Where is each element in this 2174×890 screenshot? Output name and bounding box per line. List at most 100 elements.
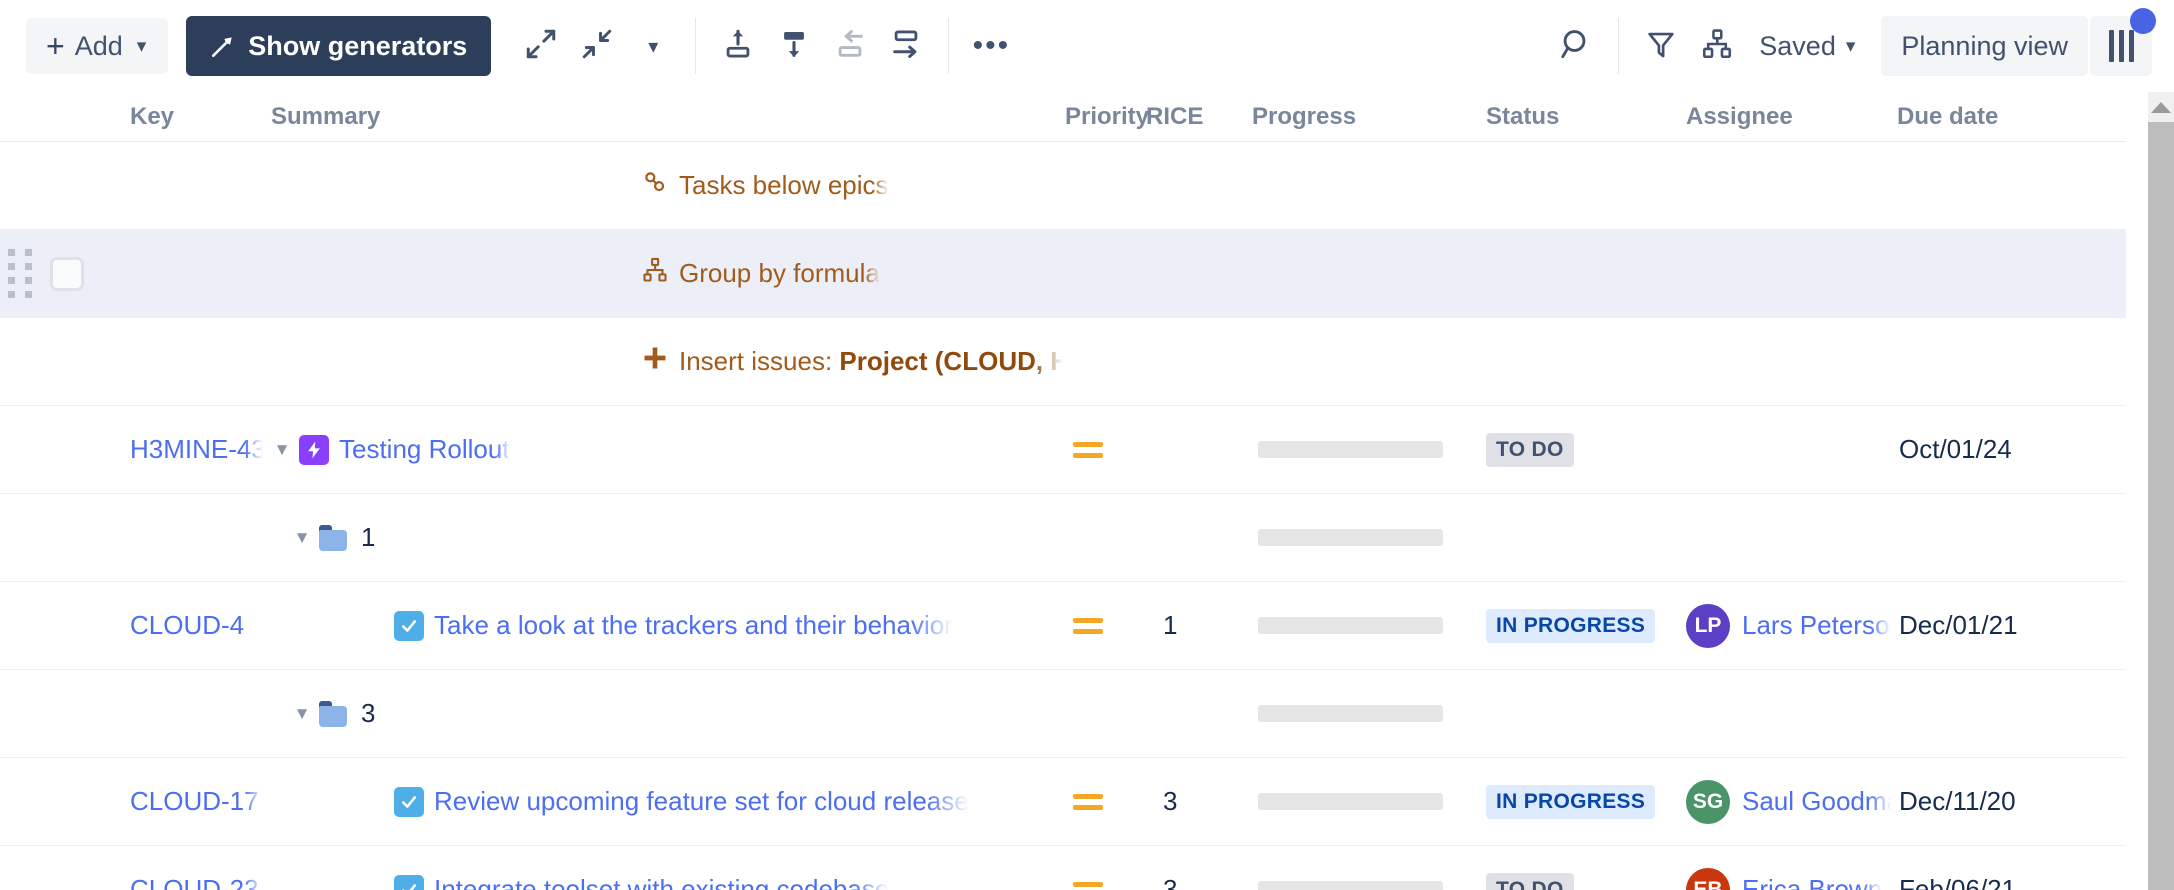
cell-key[interactable]	[108, 318, 263, 405]
cell-status[interactable]	[1478, 142, 1678, 229]
cell-summary[interactable]: ▼ Testing Rollout	[263, 406, 1063, 493]
show-generators-button[interactable]: Show generators	[186, 16, 492, 76]
row-drag-handle[interactable]	[0, 758, 40, 845]
cell-key[interactable]: CLOUD-23	[108, 846, 263, 890]
cell-due-date[interactable]	[1891, 318, 2091, 405]
assignee-group[interactable]: EB Erica Brown	[1678, 867, 1882, 890]
cell-summary[interactable]: Tasks below epics	[263, 142, 1063, 229]
cell-assignee[interactable]	[1678, 230, 1891, 317]
generator-row[interactable]: Group by formula	[0, 230, 2174, 318]
row-drag-handle[interactable]	[0, 494, 40, 581]
cell-priority[interactable]	[1063, 318, 1141, 405]
table-row[interactable]: CLOUD-17 Review upcoming feature set for …	[0, 758, 2174, 846]
row-select-cell[interactable]	[40, 142, 108, 229]
expand-collapse-caret[interactable]: ▼	[285, 528, 319, 548]
row-select-cell[interactable]	[40, 230, 108, 317]
status-badge[interactable]: TO DO	[1486, 872, 1574, 890]
expand-options-dropdown[interactable]: ▾	[625, 18, 681, 74]
cell-summary[interactable]: ▼ 1	[263, 494, 1063, 581]
cell-rice[interactable]	[1141, 494, 1246, 581]
cell-rice[interactable]: 3	[1141, 758, 1246, 845]
indent-button[interactable]	[878, 18, 934, 74]
cell-status[interactable]: IN PROGRESS	[1478, 758, 1678, 845]
cell-key[interactable]: CLOUD-17	[108, 758, 263, 845]
column-header-summary[interactable]: Summary	[263, 103, 1063, 131]
cell-summary[interactable]: ▼ 3	[263, 670, 1063, 757]
vertical-scrollbar[interactable]	[2148, 92, 2174, 890]
cell-rice[interactable]: 3	[1141, 846, 1246, 890]
cell-summary[interactable]: Review upcoming feature set for cloud re…	[263, 758, 1063, 845]
cell-summary[interactable]: Insert issues: Project (CLOUD, H3MINE); …	[263, 318, 1063, 405]
row-select-cell[interactable]	[40, 758, 108, 845]
move-down-button[interactable]	[766, 18, 822, 74]
filter-button[interactable]	[1633, 18, 1689, 74]
cell-due-date[interactable]: Dec/01/21	[1891, 582, 2091, 669]
cell-status[interactable]: TO DO	[1478, 406, 1678, 493]
row-checkbox[interactable]	[50, 256, 84, 291]
row-drag-handle[interactable]	[0, 670, 40, 757]
cell-priority[interactable]	[1063, 758, 1141, 845]
cell-priority[interactable]	[1063, 582, 1141, 669]
cell-key[interactable]	[108, 142, 263, 229]
status-badge[interactable]: IN PROGRESS	[1486, 608, 1656, 643]
cell-rice[interactable]	[1141, 670, 1246, 757]
cell-summary[interactable]: Take a look at the trackers and their be…	[263, 582, 1063, 669]
column-header-progress[interactable]: Progress	[1246, 103, 1478, 131]
row-select-cell[interactable]	[40, 406, 108, 493]
cell-rice[interactable]	[1141, 230, 1246, 317]
cell-priority[interactable]	[1063, 406, 1141, 493]
column-header-rice[interactable]: RICE	[1141, 103, 1246, 131]
row-drag-handle[interactable]	[0, 582, 40, 669]
issue-summary-text[interactable]: Integrate toolset with existing codebase	[434, 874, 889, 890]
table-row[interactable]: H3MINE-43 ▼ Testing Rollout TO DO Oct/01/24	[0, 406, 2174, 494]
cell-rice[interactable]	[1141, 318, 1246, 405]
cell-status[interactable]	[1478, 494, 1678, 581]
status-badge[interactable]: IN PROGRESS	[1486, 784, 1656, 819]
expand-all-button[interactable]	[513, 18, 569, 74]
scrollbar-thumb[interactable]	[2148, 122, 2174, 890]
cell-due-date[interactable]: Feb/06/21	[1891, 846, 2091, 890]
table-row[interactable]: ▼ 1	[0, 494, 2174, 582]
issue-summary-text[interactable]: 3	[361, 698, 375, 729]
row-drag-handle[interactable]	[0, 406, 40, 493]
search-button[interactable]	[1548, 18, 1604, 74]
cell-priority[interactable]	[1063, 230, 1141, 317]
collapse-all-button[interactable]	[569, 18, 625, 74]
row-select-cell[interactable]	[40, 582, 108, 669]
generator-row[interactable]: Tasks below epics	[0, 142, 2174, 230]
issue-summary-text[interactable]: Testing Rollout	[339, 434, 510, 465]
cell-priority[interactable]	[1063, 494, 1141, 581]
column-header-status[interactable]: Status	[1478, 103, 1678, 131]
cell-key[interactable]: H3MINE-43	[108, 406, 263, 493]
outdent-button[interactable]	[822, 18, 878, 74]
cell-assignee[interactable]: SG Saul Goodman	[1678, 758, 1891, 845]
cell-status[interactable]	[1478, 230, 1678, 317]
side-panel-toggle-button[interactable]	[2090, 8, 2156, 76]
column-header-priority[interactable]: Priority	[1063, 103, 1149, 131]
cell-rice[interactable]	[1141, 406, 1246, 493]
cell-due-date[interactable]	[1891, 670, 2091, 757]
row-drag-handle[interactable]	[0, 142, 40, 229]
more-actions-button[interactable]: •••	[963, 18, 1019, 74]
cell-progress[interactable]	[1246, 582, 1478, 669]
cell-priority[interactable]	[1063, 142, 1141, 229]
assignee-group[interactable]: SG Saul Goodman	[1678, 779, 1891, 824]
cell-due-date[interactable]: Dec/11/20	[1891, 758, 2091, 845]
table-row[interactable]: CLOUD-4 Take a look at the trackers and t…	[0, 582, 2174, 670]
issue-key-link[interactable]: CLOUD-23	[108, 874, 263, 890]
cell-rice[interactable]: 1	[1141, 582, 1246, 669]
row-select-cell[interactable]	[40, 846, 108, 890]
row-drag-handle[interactable]	[0, 318, 40, 405]
row-select-cell[interactable]	[40, 318, 108, 405]
cell-assignee[interactable]: LP Lars Peterson	[1678, 582, 1891, 669]
cell-key[interactable]: CLOUD-4	[108, 582, 263, 669]
assignee-name[interactable]: Erica Brown	[1742, 874, 1882, 890]
scroll-up-arrow[interactable]	[2148, 92, 2174, 122]
cell-key[interactable]	[108, 670, 263, 757]
issue-key-link[interactable]: CLOUD-4	[108, 610, 263, 641]
expand-collapse-caret[interactable]: ▼	[265, 440, 299, 460]
cell-assignee[interactable]	[1678, 142, 1891, 229]
cell-status[interactable]	[1478, 318, 1678, 405]
cell-progress[interactable]	[1246, 670, 1478, 757]
cell-assignee[interactable]	[1678, 406, 1891, 493]
